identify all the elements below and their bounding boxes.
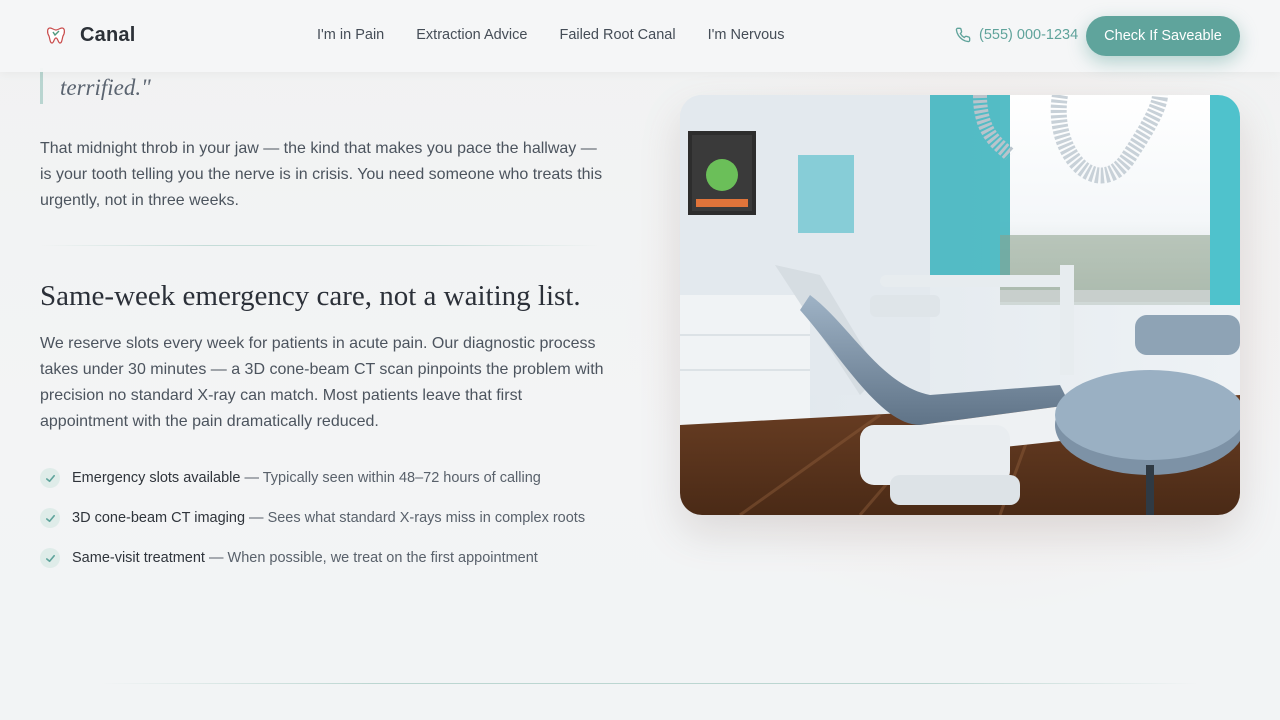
feature-description: — Sees what standard X-rays miss in comp… — [245, 510, 586, 526]
check-icon — [40, 548, 60, 568]
footer-divider — [100, 683, 1200, 684]
feature-description: — Typically seen within 48–72 hours of c… — [240, 470, 541, 486]
site-header: Canal I'm in Pain Extraction Advice Fail… — [0, 0, 1280, 72]
testimonial-quote: terrified." — [40, 68, 151, 104]
feature-item: Same-visit treatment — When possible, we… — [40, 548, 640, 568]
feature-description: — When possible, we treat on the first a… — [204, 550, 538, 566]
section-body: We reserve slots every week for patients… — [40, 335, 604, 430]
intro-paragraph: That midnight throb in your jaw — the ki… — [40, 140, 603, 209]
section-heading: Same-week emergency care, not a waiting … — [40, 280, 581, 312]
section-divider — [40, 245, 600, 246]
tooth-logo-icon — [47, 27, 65, 44]
check-if-saveable-button[interactable]: Check If Saveable — [1086, 16, 1240, 56]
nav-link-nervous[interactable]: I'm Nervous — [708, 27, 785, 43]
feature-item: Emergency slots available — Typically se… — [40, 468, 640, 488]
feature-title: Same-visit treatment — [72, 550, 205, 566]
feature-text: 3D cone-beam CT imaging — Sees what stan… — [72, 510, 585, 526]
feature-text: Same-visit treatment — When possible, we… — [72, 550, 538, 566]
dental-operatory-photo — [680, 95, 1240, 515]
nav-link-failed-root-canal[interactable]: Failed Root Canal — [559, 27, 675, 43]
feature-title: Emergency slots available — [72, 470, 241, 486]
feature-item: 3D cone-beam CT imaging — Sees what stan… — [40, 508, 640, 528]
check-icon — [40, 468, 60, 488]
phone-icon — [955, 27, 971, 43]
check-icon — [40, 508, 60, 528]
main-nav: I'm in Pain Extraction Advice Failed Roo… — [317, 27, 816, 43]
nav-link-in-pain[interactable]: I'm in Pain — [317, 27, 384, 43]
feature-text: Emergency slots available — Typically se… — [72, 470, 541, 486]
nav-link-extraction-advice[interactable]: Extraction Advice — [416, 27, 527, 43]
feature-title: 3D cone-beam CT imaging — [72, 510, 246, 526]
brand-logo[interactable]: Canal — [44, 22, 135, 48]
phone-link[interactable]: (555) 000-1234 — [955, 27, 1078, 43]
feature-list: Emergency slots available — Typically se… — [40, 468, 640, 588]
phone-number: (555) 000-1234 — [979, 27, 1079, 43]
brand-name: Canal — [80, 23, 136, 46]
